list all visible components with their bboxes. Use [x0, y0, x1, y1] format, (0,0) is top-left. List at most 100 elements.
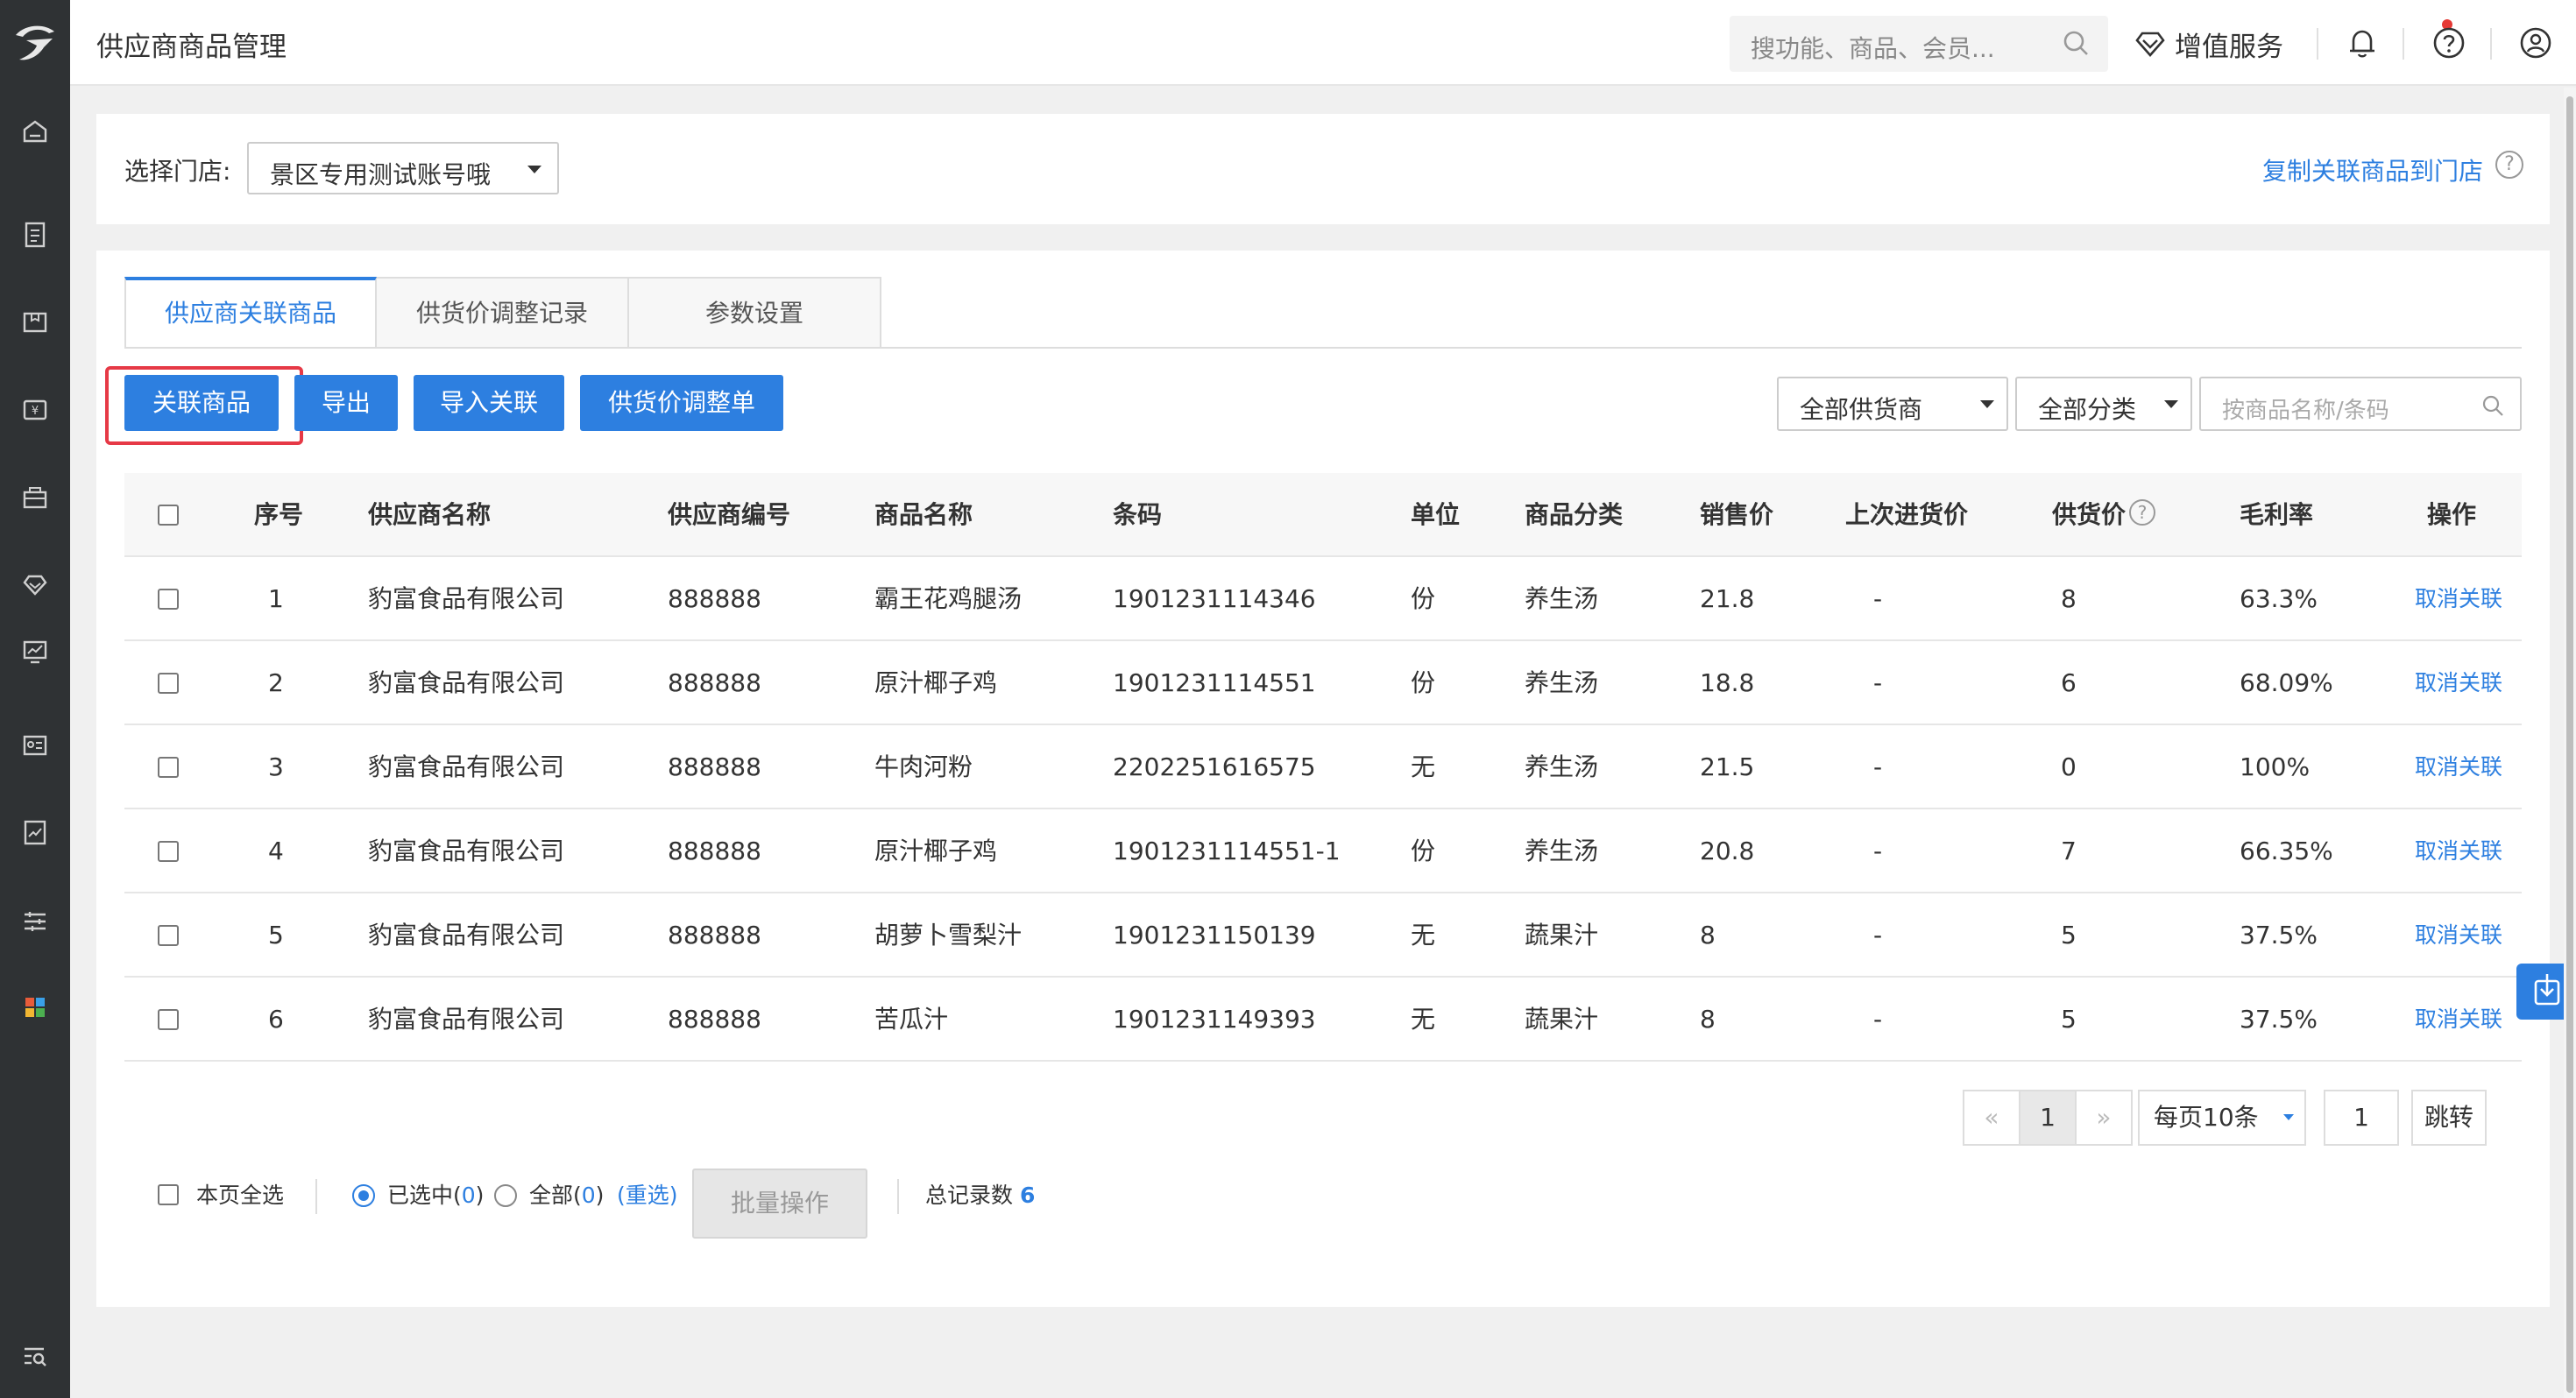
col-action: 操作: [2427, 500, 2477, 529]
store-select-value: 景区专用测试账号哦: [270, 160, 492, 189]
report-monitor-icon[interactable]: [18, 634, 53, 669]
table-row: 6 豹富食品有限公司 888888 苦瓜汁 1901231149393 无 蔬果汁 8 - 5 37…: [124, 978, 2522, 1062]
svg-text:¥: ¥: [32, 405, 39, 418]
cell-goods-name: 原汁椰子鸡: [874, 668, 998, 697]
pagination-page-1[interactable]: 1: [2019, 1090, 2077, 1146]
tab-supply-price-records[interactable]: 供货价调整记录: [377, 277, 629, 349]
cashier-icon[interactable]: ¥: [18, 392, 53, 427]
pagination-prev-button[interactable]: «: [1963, 1090, 2020, 1146]
unlink-button[interactable]: 取消关联: [2415, 557, 2502, 641]
select-page-checkbox[interactable]: [158, 1184, 179, 1205]
col-supply-price: 供货价: [2052, 500, 2127, 529]
notification-bell-icon[interactable]: [2344, 25, 2381, 61]
tab-supplier-linked-goods[interactable]: 供应商关联商品: [124, 277, 377, 349]
row-checkbox[interactable]: [158, 589, 179, 610]
cell-unit: 份: [1411, 668, 1436, 697]
col-supplier-name: 供应商名称: [368, 500, 492, 529]
divider: [2490, 28, 2492, 60]
col-sale-price: 销售价: [1700, 500, 1774, 529]
cell-unit: 无: [1411, 752, 1436, 781]
goods-search-input[interactable]: 按商品名称/条码: [2199, 377, 2522, 431]
row-checkbox[interactable]: [158, 925, 179, 946]
copy-linked-goods-link[interactable]: 复制关联商品到门店: [2262, 152, 2483, 187]
category-filter-value: 全部分类: [2038, 395, 2137, 424]
global-search-input[interactable]: 搜功能、商品、会员...: [1730, 16, 2108, 72]
unlink-button[interactable]: 取消关联: [2415, 809, 2502, 893]
cell-seq: 6: [268, 1005, 284, 1034]
question-circle-icon[interactable]: ?: [2129, 499, 2155, 526]
export-button[interactable]: 导出: [294, 375, 398, 431]
cell-barcode: 1901231114551: [1113, 668, 1316, 697]
settings-sliders-icon[interactable]: [18, 904, 53, 939]
cell-unit: 无: [1411, 921, 1436, 950]
menu-search-icon[interactable]: [18, 1338, 53, 1373]
unlink-button[interactable]: 取消关联: [2415, 725, 2502, 809]
home-icon[interactable]: [18, 114, 53, 149]
cell-last-purchase-price: -: [1873, 1005, 1883, 1034]
divider: [2317, 28, 2318, 60]
row-checkbox[interactable]: [158, 1009, 179, 1030]
staff-card-icon[interactable]: [18, 727, 53, 762]
cell-supplier-name: 豹富食品有限公司: [368, 1005, 565, 1034]
cell-category: 养生汤: [1525, 752, 1599, 781]
cell-goods-name: 牛肉河粉: [874, 752, 973, 781]
diamond-icon: [2135, 32, 2165, 57]
unlink-button[interactable]: 取消关联: [2415, 641, 2502, 725]
page-jump-button[interactable]: 跳转: [2411, 1090, 2487, 1146]
page-jump-input[interactable]: 1: [2324, 1090, 2399, 1146]
help-icon[interactable]: [2431, 25, 2467, 61]
row-checkbox[interactable]: [158, 673, 179, 694]
analysis-icon[interactable]: [18, 815, 53, 850]
cell-unit: 无: [1411, 1005, 1436, 1034]
cell-supplier-name: 豹富食品有限公司: [368, 752, 565, 781]
cell-supply-price: 8: [2061, 584, 2077, 613]
price-adjust-order-button[interactable]: 供货价调整单: [580, 375, 783, 431]
cell-seq: 4: [268, 837, 284, 865]
cell-goods-name: 苦瓜汁: [874, 1005, 949, 1034]
cell-supplier-code: 888888: [668, 1005, 761, 1034]
chevron-down-icon: [1980, 400, 1994, 408]
page-scrollbar[interactable]: [2564, 88, 2576, 1398]
row-checkbox[interactable]: [158, 757, 179, 778]
apps-grid-icon[interactable]: [18, 990, 53, 1025]
brand-logo-icon[interactable]: [9, 12, 61, 72]
supplier-icon[interactable]: [18, 480, 53, 515]
selected-count-label: 已选中(0): [387, 1183, 485, 1208]
search-icon[interactable]: [2480, 392, 2506, 419]
import-link-button[interactable]: 导入关联: [414, 375, 564, 431]
row-checkbox[interactable]: [158, 841, 179, 862]
chevron-down-icon: [527, 166, 541, 173]
unlink-button[interactable]: 取消关联: [2415, 978, 2502, 1062]
link-goods-button[interactable]: 关联商品: [124, 375, 279, 431]
cell-sale-price: 20.8: [1700, 837, 1755, 865]
cell-category: 养生汤: [1525, 584, 1599, 613]
all-radio[interactable]: [494, 1184, 517, 1207]
page-size-select[interactable]: 每页10条: [2138, 1090, 2306, 1146]
total-records-count: 6: [1019, 1183, 1036, 1208]
user-avatar-icon[interactable]: [2517, 25, 2554, 61]
batch-operation-button[interactable]: 批量操作: [692, 1169, 867, 1239]
cell-supplier-code: 888888: [668, 837, 761, 865]
selected-count: 0: [461, 1183, 476, 1208]
selected-radio[interactable]: [352, 1184, 375, 1207]
search-icon[interactable]: [2061, 28, 2092, 60]
select-all-checkbox[interactable]: [158, 505, 179, 526]
scrollbar-thumb[interactable]: [2566, 96, 2573, 1393]
tab-parameter-settings[interactable]: 参数设置: [629, 277, 881, 349]
unlink-button[interactable]: 取消关联: [2415, 893, 2502, 978]
store-select[interactable]: 景区专用测试账号哦: [247, 142, 559, 194]
goods-box-icon[interactable]: [18, 305, 53, 340]
category-filter-select[interactable]: 全部分类: [2015, 377, 2192, 431]
supplier-filter-select[interactable]: 全部供货商: [1777, 377, 2008, 431]
cell-barcode: 1901231150139: [1113, 921, 1316, 950]
cell-category: 蔬果汁: [1525, 1005, 1599, 1034]
value-added-services-button[interactable]: 增值服务: [2133, 18, 2283, 70]
question-circle-icon[interactable]: ?: [2495, 151, 2523, 179]
pagination-next-button[interactable]: »: [2075, 1090, 2133, 1146]
table-row: 3 豹富食品有限公司 888888 牛肉河粉 2202251616575 无 养生汤 21.5…: [124, 725, 2522, 809]
chevron-down-icon: [2164, 400, 2178, 408]
orders-icon[interactable]: [18, 217, 53, 252]
reselect-link[interactable]: (重选): [617, 1181, 678, 1211]
divider: [315, 1179, 317, 1214]
member-diamond-icon[interactable]: [18, 568, 53, 603]
